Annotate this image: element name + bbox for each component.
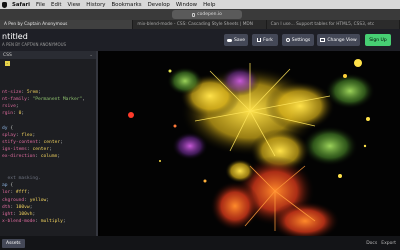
lock-icon bbox=[192, 12, 196, 17]
code-line: nt-size: 5rem; bbox=[2, 89, 41, 95]
menu-history[interactable]: History bbox=[86, 2, 105, 8]
menu-app-name[interactable]: Safari bbox=[12, 2, 30, 8]
code-area[interactable]: . nt-size: 5rem; nt-family: "Permanent M… bbox=[0, 60, 96, 225]
menu-develop[interactable]: Develop bbox=[148, 2, 170, 8]
cloud-icon bbox=[226, 38, 232, 42]
save-label: Save bbox=[233, 37, 246, 43]
code-line: . bbox=[4, 61, 10, 66]
code-line: dth: 100vw; bbox=[2, 204, 33, 210]
signup-button[interactable]: Sign Up bbox=[365, 34, 391, 46]
change-view-label: Change View bbox=[327, 37, 357, 43]
css-editor[interactable]: CSS ⌄ . nt-size: 5rem; nt-family: "Perma… bbox=[0, 51, 98, 236]
fireworks-image bbox=[100, 51, 400, 236]
preview-pane[interactable] bbox=[100, 51, 400, 236]
menu-help[interactable]: Help bbox=[203, 2, 215, 8]
code-line: rgin: 0; bbox=[2, 111, 25, 117]
code-line: stify-content: center; bbox=[2, 140, 63, 146]
chevron-down-icon[interactable]: ⌄ bbox=[89, 53, 93, 58]
apple-icon[interactable] bbox=[2, 1, 7, 8]
tab-mdn[interactable]: mix-blend-mode - CSS: Cascading Style Sh… bbox=[133, 20, 267, 29]
editor-title: CSS bbox=[3, 52, 12, 58]
code-line: ight: 100vh; bbox=[2, 211, 36, 217]
gear-icon bbox=[285, 38, 290, 42]
address-bar[interactable]: codepen.io bbox=[172, 10, 242, 19]
signup-label: Sign Up bbox=[369, 37, 387, 43]
fork-label: Fork bbox=[263, 37, 273, 43]
menu-edit[interactable]: Edit bbox=[51, 2, 61, 8]
fork-icon bbox=[257, 38, 262, 42]
code-line: ex-direction: column; bbox=[2, 154, 61, 160]
layout-icon bbox=[320, 38, 326, 42]
pen-author: A PEN BY CAPTAIN ANONYMOUS bbox=[2, 42, 67, 47]
pen-title[interactable]: ntitled bbox=[2, 32, 28, 41]
docs-link[interactable]: Docs bbox=[366, 241, 377, 246]
code-line: ext masking. bbox=[2, 176, 41, 181]
code-line: splay: flex; bbox=[2, 132, 36, 138]
settings-label: Settings bbox=[291, 37, 311, 43]
code-line: x-blend-mode: multiply; bbox=[2, 219, 66, 225]
browser-toolbar: codepen.io bbox=[0, 9, 400, 20]
bottom-right-links: Docs Export bbox=[366, 241, 396, 246]
tab-codepen[interactable]: A Pen by Captain Anonymous bbox=[0, 20, 134, 29]
address-text: codepen.io bbox=[197, 12, 222, 17]
export-link[interactable]: Export bbox=[381, 241, 396, 246]
menu-window[interactable]: Window bbox=[176, 2, 197, 8]
code-line: lor: #fff; bbox=[2, 190, 30, 196]
tab-caniuse[interactable]: Can I use... Support tables for HTML5, C… bbox=[267, 20, 400, 29]
settings-button[interactable]: Settings bbox=[282, 34, 314, 46]
tab-bar: A Pen by Captain Anonymous mix-blend-mod… bbox=[0, 20, 400, 29]
codepen-header: ntitled A PEN BY CAPTAIN ANONYMOUS Save … bbox=[0, 29, 400, 51]
bottom-bar: Assets Docs Export bbox=[0, 236, 400, 250]
menu-view[interactable]: View bbox=[68, 2, 81, 8]
code-line: ckground: yellow; bbox=[2, 197, 50, 203]
fork-button[interactable]: Fork bbox=[252, 34, 278, 46]
menu-file[interactable]: File bbox=[36, 2, 45, 8]
code-line: ign-items: center; bbox=[2, 147, 52, 153]
menu-bar: Safari File Edit View History Bookmarks … bbox=[0, 0, 400, 9]
menu-bookmarks[interactable]: Bookmarks bbox=[111, 2, 141, 8]
change-view-button[interactable]: Change View bbox=[317, 34, 360, 46]
code-line: rsive; bbox=[2, 104, 19, 110]
editor-header: CSS ⌄ bbox=[0, 51, 96, 59]
save-button[interactable]: Save bbox=[224, 34, 248, 46]
code-line: nt-family: "Permanent Marker", bbox=[2, 96, 86, 102]
code-line: dy { bbox=[2, 125, 14, 131]
assets-button[interactable]: Assets bbox=[2, 238, 25, 248]
code-line: ap { bbox=[2, 183, 14, 189]
